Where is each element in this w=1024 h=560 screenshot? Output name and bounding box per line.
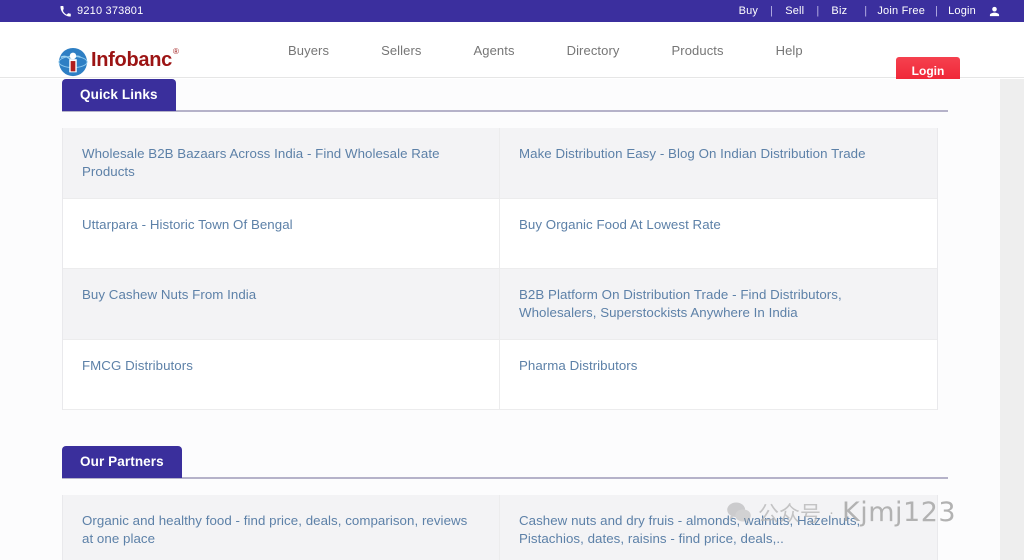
table-row: Buy Cashew Nuts From India B2B Platform … — [63, 269, 937, 340]
phone-icon — [60, 5, 71, 17]
quick-link[interactable]: Uttarpara - Historic Town Of Bengal — [82, 216, 479, 234]
table-cell: Organic and healthy food - find price, d… — [63, 495, 500, 560]
quick-link[interactable]: Make Distribution Easy - Blog On Indian … — [519, 145, 917, 163]
table-cell: Pharma Distributors — [500, 340, 937, 410]
top-utility-bar: 9210 373801 Buy | Sell | Biz | Join Free… — [0, 0, 1024, 22]
table-row: FMCG Distributors Pharma Distributors — [63, 340, 937, 410]
table-cell: Cashew nuts and dry fruis - almonds, wal… — [500, 495, 937, 560]
nav-item-agents[interactable]: Agents — [448, 43, 541, 58]
table-cell: Buy Cashew Nuts From India — [63, 269, 500, 340]
quick-link[interactable]: Buy Cashew Nuts From India — [82, 286, 479, 304]
nav-item-help[interactable]: Help — [750, 43, 829, 58]
top-link-join-free[interactable]: Join Free — [872, 5, 930, 17]
partner-link[interactable]: Cashew nuts and dry fruis - almonds, wal… — [519, 512, 917, 548]
table-cell: Buy Organic Food At Lowest Rate — [500, 199, 937, 269]
table-cell: Uttarpara - Historic Town Of Bengal — [63, 199, 500, 269]
quick-links-title: Quick Links — [62, 79, 176, 111]
our-partners-grid: Organic and healthy food - find price, d… — [62, 495, 938, 560]
nav-item-buyers[interactable]: Buyers — [262, 43, 355, 58]
top-links: Buy | Sell | Biz | Join Free | Login — [727, 5, 1000, 17]
registered-trademark-icon: ® — [172, 47, 179, 56]
top-link-sell[interactable]: Sell — [773, 5, 816, 17]
page-content: Quick Links Wholesale B2B Bazaars Across… — [0, 79, 1024, 560]
nav-menu: Buyers Sellers Agents Directory Products… — [262, 22, 829, 78]
table-row: Uttarpara - Historic Town Of Bengal Buy … — [63, 199, 937, 269]
table-row: Wholesale B2B Bazaars Across India - Fin… — [63, 128, 937, 199]
quick-links-grid: Wholesale B2B Bazaars Across India - Fin… — [62, 128, 938, 410]
top-link-buy[interactable]: Buy — [727, 5, 771, 17]
quick-link[interactable]: Pharma Distributors — [519, 357, 917, 375]
quick-link[interactable]: Wholesale B2B Bazaars Across India - Fin… — [82, 145, 479, 181]
nav-item-products[interactable]: Products — [646, 43, 750, 58]
main-navigation-bar: Infobanc ® Gateway to Business Opportuni… — [0, 22, 1024, 88]
table-cell: Wholesale B2B Bazaars Across India - Fin… — [63, 128, 500, 199]
infobanc-globe-logo — [58, 47, 88, 77]
nav-item-directory[interactable]: Directory — [541, 43, 646, 58]
nav-item-sellers[interactable]: Sellers — [355, 43, 447, 58]
table-cell: Make Distribution Easy - Blog On Indian … — [500, 128, 937, 199]
quick-link[interactable]: B2B Platform On Distribution Trade - Fin… — [519, 286, 917, 322]
content-sheet: Quick Links Wholesale B2B Bazaars Across… — [0, 79, 1000, 560]
top-link-separator: | — [935, 5, 939, 17]
page-root: 9210 373801 Buy | Sell | Biz | Join Free… — [0, 0, 1024, 560]
our-partners-header: Our Partners — [62, 446, 948, 479]
table-row: Organic and healthy food - find price, d… — [63, 495, 937, 560]
our-partners-title: Our Partners — [62, 446, 182, 478]
phone-contact[interactable]: 9210 373801 — [60, 5, 143, 17]
our-partners-section: Our Partners Organic and healthy food - … — [0, 446, 1000, 560]
quick-links-header: Quick Links — [62, 79, 948, 112]
table-cell: FMCG Distributors — [63, 340, 500, 410]
top-link-separator: | — [864, 5, 868, 17]
table-cell: B2B Platform On Distribution Trade - Fin… — [500, 269, 937, 340]
phone-number: 9210 373801 — [77, 5, 144, 17]
logo-wordmark: Infobanc — [91, 49, 172, 71]
user-account-icon[interactable] — [989, 6, 1000, 17]
quick-link[interactable]: FMCG Distributors — [82, 357, 479, 375]
top-link-login[interactable]: Login — [943, 5, 981, 17]
top-link-biz[interactable]: Biz — [819, 5, 859, 17]
partner-link[interactable]: Organic and healthy food - find price, d… — [82, 512, 479, 548]
quick-link[interactable]: Buy Organic Food At Lowest Rate — [519, 216, 917, 234]
quick-links-section: Quick Links Wholesale B2B Bazaars Across… — [0, 79, 1000, 410]
